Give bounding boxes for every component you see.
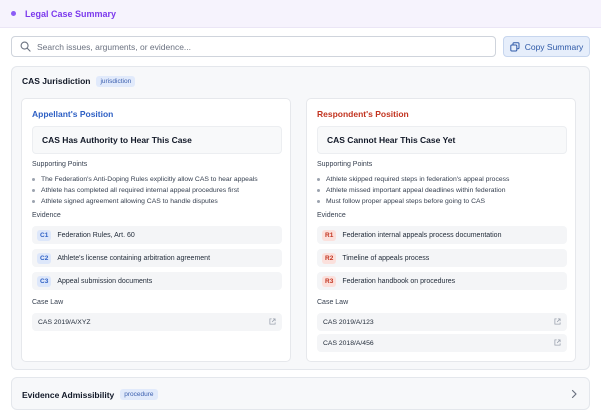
case-law-label: Case Law — [317, 299, 349, 306]
bullet-icon — [317, 189, 320, 192]
evidence-item[interactable]: R1 Federation internal appeals process d… — [317, 226, 567, 244]
evidence-text: Federation internal appeals process docu… — [342, 231, 502, 239]
section-tag: jurisdiction — [96, 75, 136, 87]
point-text: Must follow proper appeal steps before g… — [326, 198, 486, 205]
evidence-id-badge: R3 — [322, 275, 337, 287]
list-item: Athlete has completed all required inter… — [32, 185, 258, 196]
point-text: Athlete missed important appeal deadline… — [326, 187, 506, 194]
external-link-icon — [269, 318, 276, 325]
bullet-icon — [32, 189, 35, 192]
evidence-id-badge: R1 — [322, 229, 337, 241]
external-link-icon — [554, 318, 561, 325]
section-title: CAS Jurisdiction — [22, 76, 91, 86]
case-law-text: CAS 2019/A/XYZ — [38, 318, 91, 326]
evidence-text: Federation Rules, Art. 60 — [57, 231, 135, 239]
appellant-heading: Appellant's Position — [32, 109, 114, 119]
point-text: Athlete signed agreement allowing CAS to… — [41, 198, 218, 205]
page-title: Legal Case Summary — [25, 8, 117, 19]
list-item: Athlete missed important appeal deadline… — [317, 185, 509, 196]
evidence-id-badge: C1 — [37, 229, 52, 241]
section-evidence-admissibility[interactable]: Evidence Admissibility procedure — [11, 377, 590, 410]
bullet-icon — [317, 178, 320, 181]
appellant-points: The Federation's Anti-Doping Rules expli… — [32, 174, 258, 207]
evidence-item[interactable]: C1 Federation Rules, Art. 60 — [32, 226, 282, 244]
copy-summary-button[interactable]: Copy Summary — [503, 36, 590, 57]
appellant-card: Appellant's Position CAS Has Authority t… — [21, 98, 291, 362]
point-text: Athlete has completed all required inter… — [41, 187, 239, 194]
case-law-text: CAS 2019/A/123 — [323, 318, 374, 326]
evidence-item[interactable]: C3 Appeal submission documents — [32, 272, 282, 290]
section-header[interactable]: Evidence Admissibility procedure — [12, 378, 589, 411]
evidence-text: Timeline of appeals process — [342, 254, 430, 262]
bullet-icon — [317, 200, 320, 203]
evidence-item[interactable]: C2 Athlete's license containing arbitrat… — [32, 249, 282, 267]
list-item: The Federation's Anti-Doping Rules expli… — [32, 174, 258, 185]
case-law-link[interactable]: CAS 2019/A/123 — [317, 313, 567, 331]
evidence-item[interactable]: R3 Federation handbook on procedures — [317, 272, 567, 290]
search-bar[interactable] — [11, 36, 496, 57]
evidence-id-badge: C3 — [37, 275, 52, 287]
respondent-heading: Respondent's Position — [317, 109, 409, 119]
header-dot-icon — [11, 11, 16, 16]
section-header[interactable]: CAS Jurisdiction jurisdiction — [12, 67, 589, 95]
supporting-points-label: Supporting Points — [317, 161, 373, 168]
respondent-card: Respondent's Position CAS Cannot Hear Th… — [306, 98, 576, 362]
case-law-link[interactable]: CAS 2018/A/456 — [317, 334, 567, 352]
case-law-link[interactable]: CAS 2019/A/XYZ — [32, 313, 282, 331]
appellant-claim: CAS Has Authority to Hear This Case — [32, 126, 282, 154]
section-cas-jurisdiction: CAS Jurisdiction jurisdiction Appellant'… — [11, 66, 590, 370]
list-item: Athlete signed agreement allowing CAS to… — [32, 196, 258, 207]
case-law-text: CAS 2018/A/456 — [323, 339, 374, 347]
evidence-text: Federation handbook on procedures — [342, 277, 456, 285]
search-icon — [20, 41, 31, 52]
evidence-text: Appeal submission documents — [57, 277, 153, 285]
external-link-icon — [554, 339, 561, 346]
evidence-id-badge: C2 — [37, 252, 52, 264]
evidence-label: Evidence — [317, 212, 346, 219]
point-text: The Federation's Anti-Doping Rules expli… — [41, 176, 258, 183]
case-law-label: Case Law — [32, 299, 64, 306]
evidence-text: Athlete's license containing arbitration… — [57, 254, 211, 262]
list-item: Athlete skipped required steps in federa… — [317, 174, 509, 185]
section-tag: procedure — [120, 389, 158, 400]
bullet-icon — [32, 200, 35, 203]
evidence-label: Evidence — [32, 212, 61, 219]
chevron-right-icon[interactable] — [571, 389, 578, 399]
evidence-item[interactable]: R2 Timeline of appeals process — [317, 249, 567, 267]
respondent-points: Athlete skipped required steps in federa… — [317, 174, 509, 207]
respondent-claim: CAS Cannot Hear This Case Yet — [317, 126, 567, 154]
bullet-icon — [32, 178, 35, 181]
search-input[interactable] — [37, 41, 477, 52]
section-title: Evidence Admissibility — [22, 389, 115, 400]
list-item: Must follow proper appeal steps before g… — [317, 196, 509, 207]
supporting-points-label: Supporting Points — [32, 161, 88, 168]
evidence-id-badge: R2 — [322, 252, 337, 264]
point-text: Athlete skipped required steps in federa… — [326, 176, 510, 183]
copy-icon — [510, 41, 520, 51]
copy-summary-label: Copy Summary — [524, 41, 584, 52]
page-header: Legal Case Summary — [0, 0, 601, 28]
